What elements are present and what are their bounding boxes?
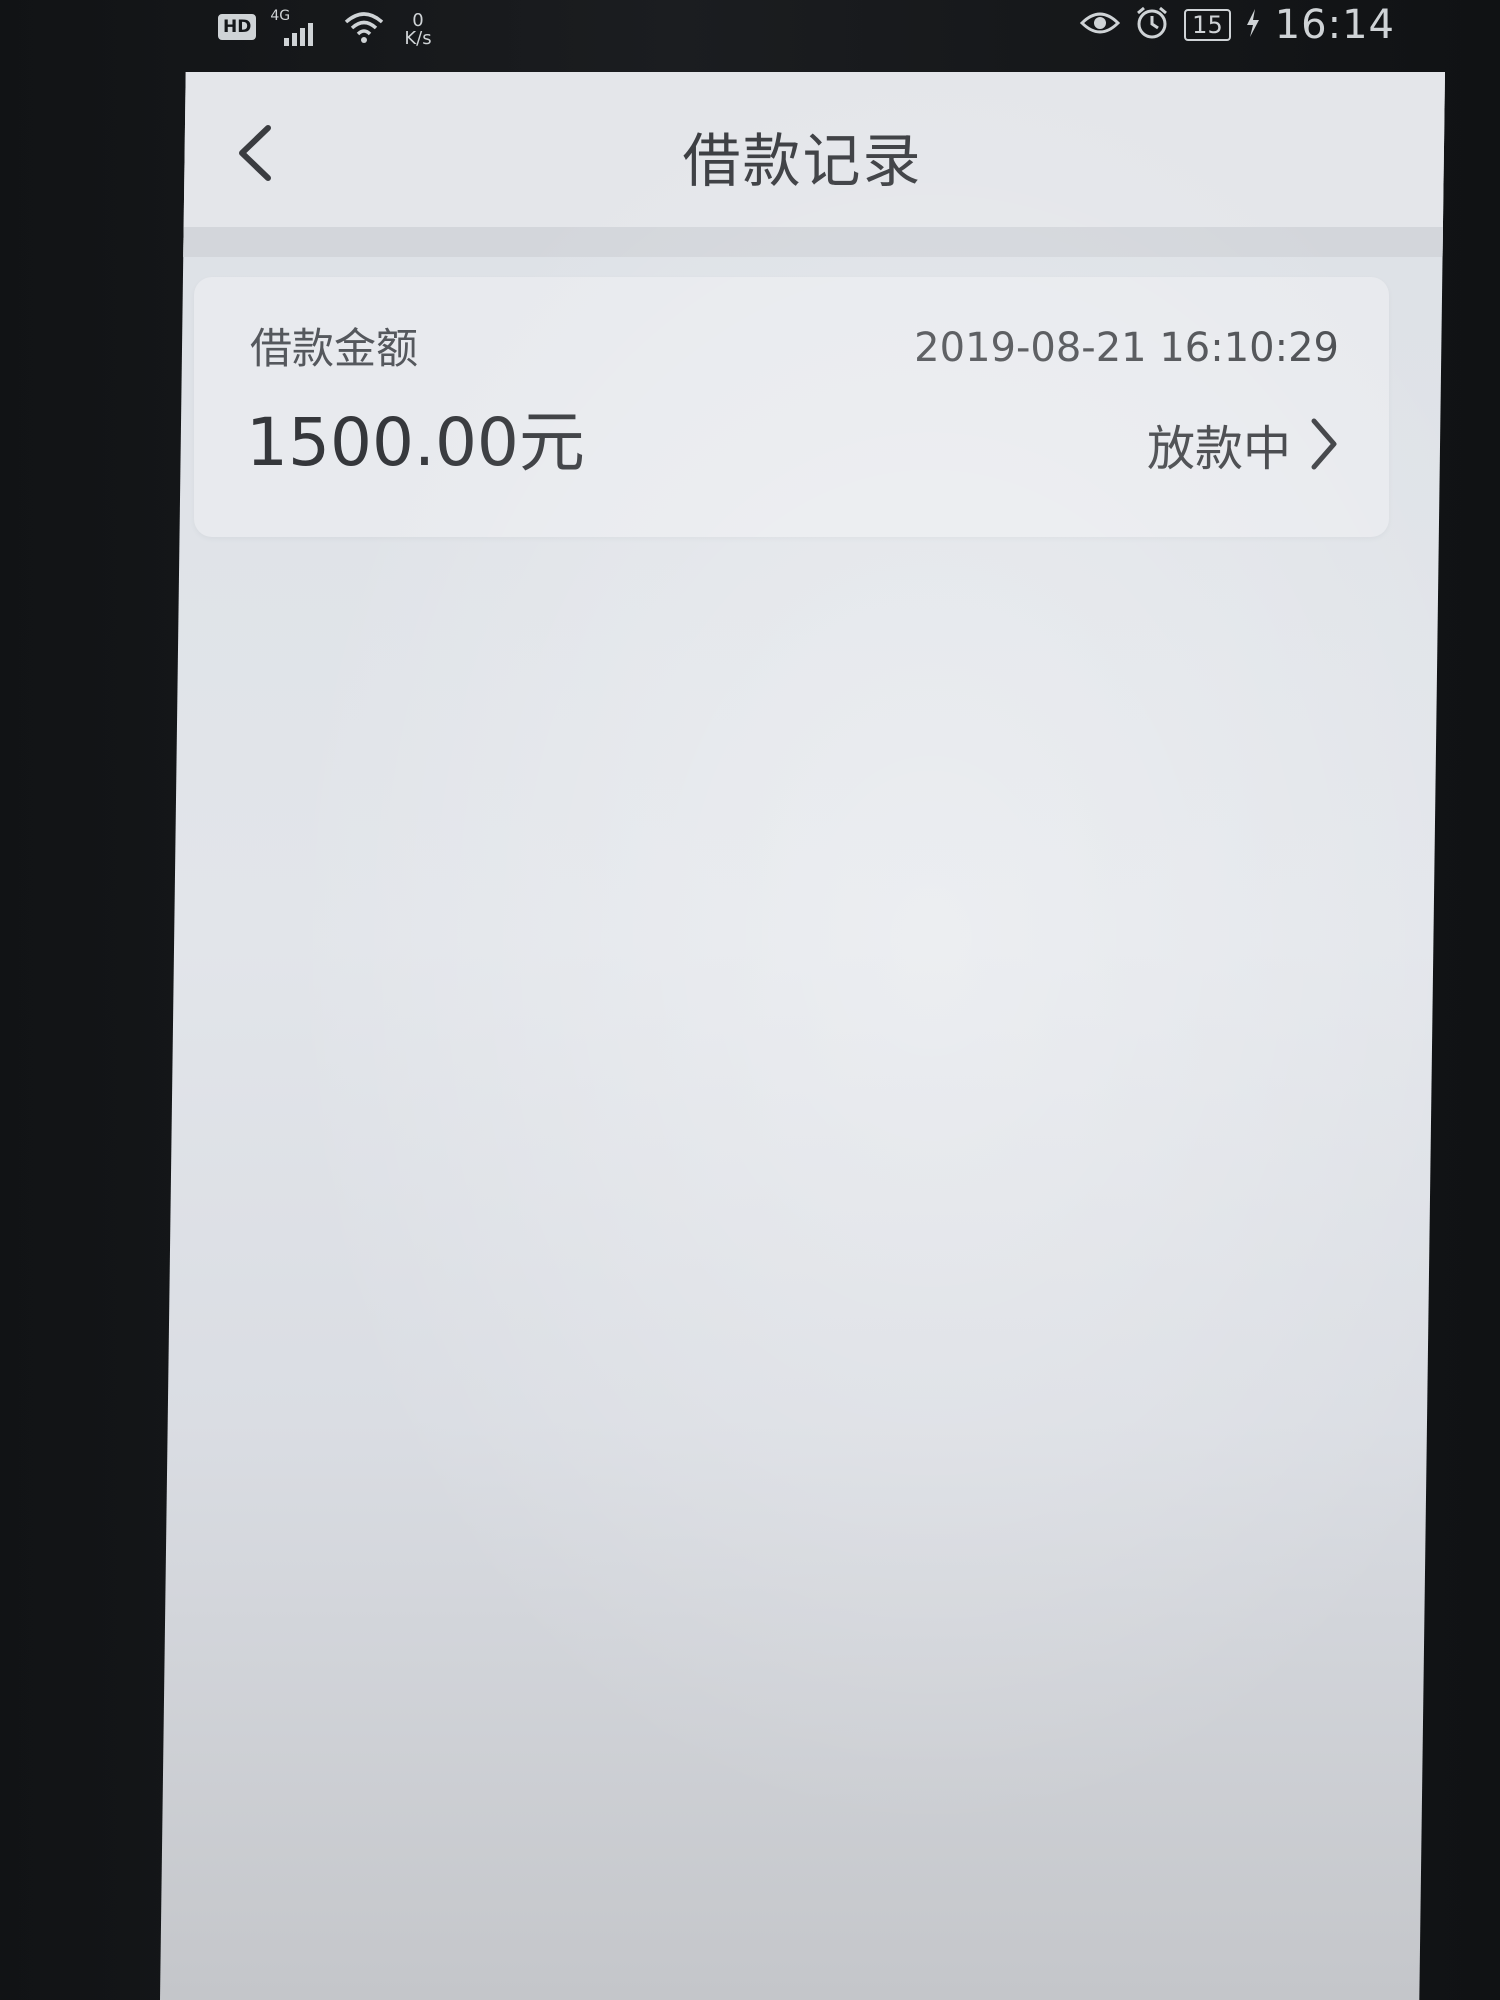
battery-icon: 15 (1184, 9, 1231, 41)
loan-amount-label: 借款金额 (250, 324, 419, 373)
loan-status-text: 放款中 (1146, 421, 1291, 477)
network-speed: 0 K/s (404, 12, 431, 48)
charging-icon (1245, 8, 1261, 42)
loan-datetime: 2019-08-21 16:10:29 (914, 325, 1339, 371)
nav-bar: 借款记录 (160, 72, 1445, 257)
eye-comfort-icon (1080, 8, 1121, 42)
status-bar-right: 15 16:14 (1080, 2, 1395, 48)
alarm-icon (1134, 5, 1170, 45)
app-screen: 借款记录 借款金额 1500.00元 2019-08-21 16:10:29 放… (160, 72, 1445, 2000)
phone-frame: HD 4G 0 K/s 15 16:14 借款记录 借款金额 1500.00元 … (0, 0, 1500, 2000)
status-bar-left: HD 4G 0 K/s (218, 6, 432, 48)
network-speed-unit: K/s (404, 28, 432, 49)
cellular-signal-icon: 4G (270, 8, 330, 46)
loan-status[interactable]: 放款中 (1147, 409, 1339, 479)
status-bar: HD 4G 0 K/s 15 16:14 (0, 0, 1500, 62)
page-title: 借款记录 (682, 127, 923, 195)
chevron-right-icon (1309, 416, 1339, 472)
hd-icon: HD (218, 14, 257, 40)
loan-record-card[interactable]: 借款金额 1500.00元 2019-08-21 16:10:29 放款中 (194, 277, 1389, 537)
loan-amount-value: 1500.00元 (246, 404, 585, 481)
status-time: 16:14 (1274, 2, 1395, 48)
wifi-icon (344, 10, 384, 44)
network-generation-label: 4G (270, 8, 291, 24)
